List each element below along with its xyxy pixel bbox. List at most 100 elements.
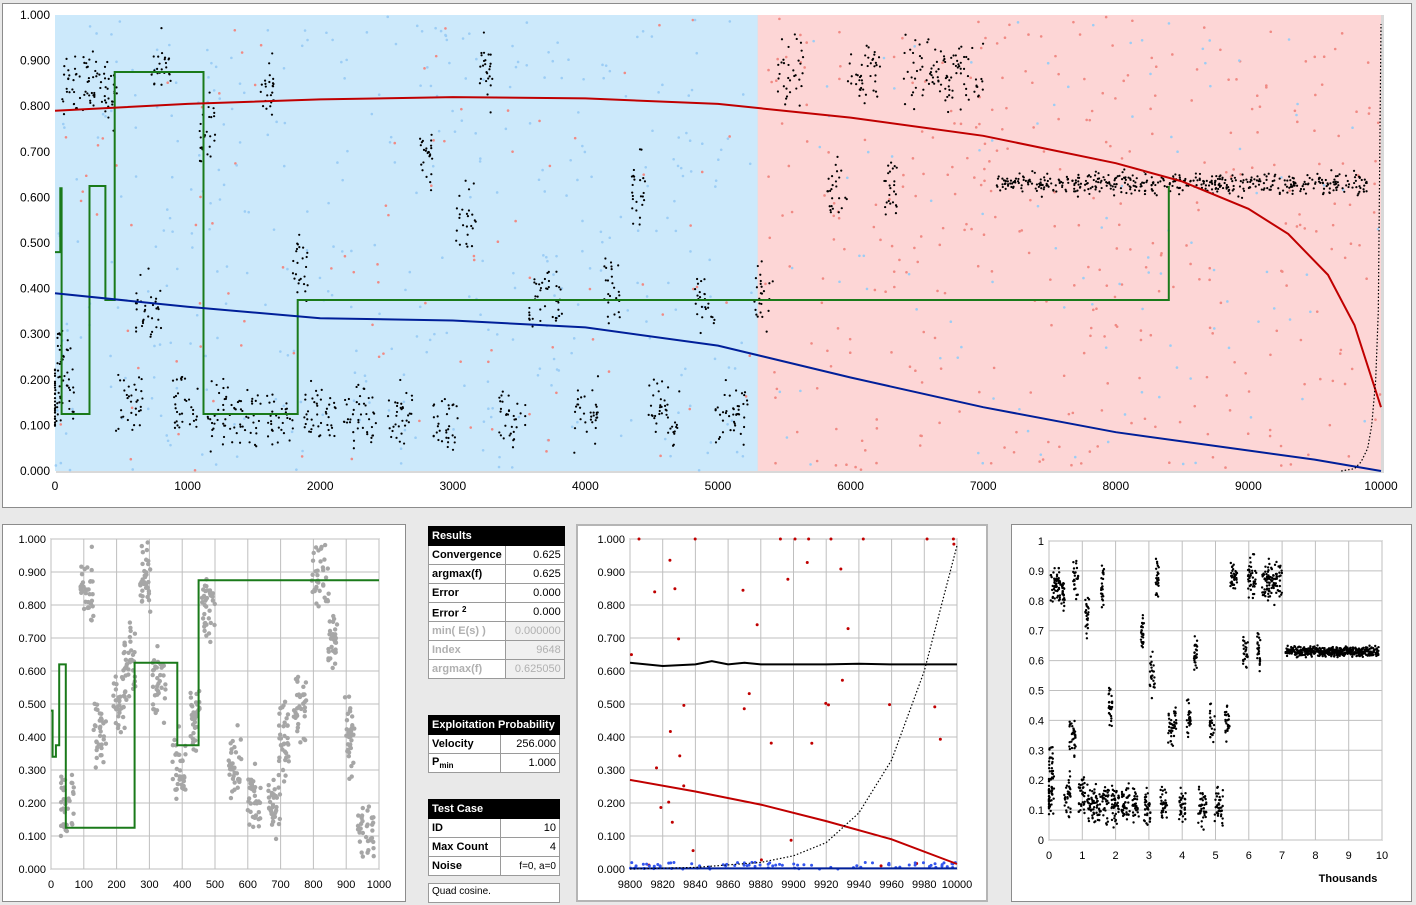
trace-point [1069,807,1072,810]
trace-point [1112,805,1116,808]
trace-point [1160,785,1164,789]
trace-point [1047,766,1051,770]
trace-point [1167,712,1170,716]
trace-point [1235,571,1238,574]
trace-point [1094,782,1098,786]
trace-point [1087,808,1091,811]
trace-point [1125,811,1128,814]
trace-point [1058,594,1062,597]
trace-point [1047,800,1051,804]
trace-point [1194,661,1197,664]
trace-point [1212,723,1216,727]
trace-point [1214,806,1217,809]
trace-point [1164,804,1167,808]
trace-point [1179,798,1183,802]
trace-point [1081,783,1084,786]
trace-point [1076,574,1080,578]
trace-point [1092,806,1096,809]
trace-point [1068,775,1072,778]
trace-point [1212,740,1215,744]
trace-point [1047,803,1051,806]
trace-point [1095,797,1099,800]
trace-point [1226,719,1229,722]
trace-point [1063,797,1067,800]
trace-point [1224,729,1227,733]
trace-point [1270,591,1273,595]
trace-point [1232,586,1235,590]
trace-point [1217,792,1220,795]
trace-point [1144,793,1147,796]
trace-point [1199,809,1203,813]
trace-point [1067,778,1070,782]
trace-point [1123,813,1126,816]
trace-point [1185,725,1189,729]
trace-point [1257,651,1260,655]
trace-point [1249,565,1253,569]
trace-point [1067,806,1070,809]
trace-point [1095,801,1098,804]
trace-point [1057,567,1060,570]
trace-point [1263,588,1266,591]
trace-point [1215,795,1219,798]
y-tick-label: 1 [1038,536,1044,548]
trace-point [1136,811,1139,814]
trace-point [1086,626,1090,630]
trace-point [1262,593,1266,597]
trace-point [1140,640,1143,644]
trace-point [1169,729,1172,733]
x-tick-label: 7 [1279,850,1285,862]
trace-point [1051,600,1054,603]
trace-point [1110,818,1114,822]
trace-point [1122,802,1126,806]
trace-point [1047,760,1051,763]
trace-point [1183,797,1186,801]
trace-point [1193,659,1196,662]
trace-point [1061,591,1064,594]
trace-point [1109,688,1112,691]
trace-point [1127,782,1130,785]
trace-point [1167,731,1170,735]
trace-point [1067,815,1070,818]
trace-point [1100,577,1103,580]
trace-point [1093,820,1096,824]
trace-point [1110,803,1114,806]
trace-point [1110,717,1113,720]
trace-point [1377,645,1380,649]
trace-point [1267,592,1270,596]
trace-point [1257,636,1261,639]
trace-point [1218,798,1221,802]
trace-point [1174,727,1178,730]
trace-point [1072,567,1076,570]
trace-point [1055,589,1059,593]
trace-point [1251,596,1255,600]
trace-point [1099,810,1102,813]
trace-point [1060,584,1064,588]
trace-point [1164,791,1168,794]
trace-point [1126,813,1130,816]
trace-point [1269,575,1272,579]
trace-point [1086,596,1090,600]
trace-point [1217,809,1220,813]
trace-point [1180,792,1183,795]
trace-point [1085,637,1089,640]
y-tick-label: 0 [1038,835,1044,847]
trace-point [1101,593,1104,596]
trace-point [1086,605,1089,608]
trace-point [1052,787,1056,790]
trace-point [1101,800,1104,803]
trace-point [1092,812,1096,815]
trace-point [1084,610,1087,614]
trace-point [1048,747,1051,750]
trace-point [1262,572,1265,575]
trace-point [1106,817,1109,820]
trace-point [1084,598,1087,602]
trace-point [1141,626,1144,629]
trace-point [1254,578,1257,581]
trace-point [1150,696,1154,700]
trace-point [1185,719,1189,722]
trace-point [1247,596,1251,599]
trace-point [1073,571,1077,574]
trace-point [1094,794,1098,798]
trace-point [1250,569,1254,573]
trace-point [1272,586,1275,590]
